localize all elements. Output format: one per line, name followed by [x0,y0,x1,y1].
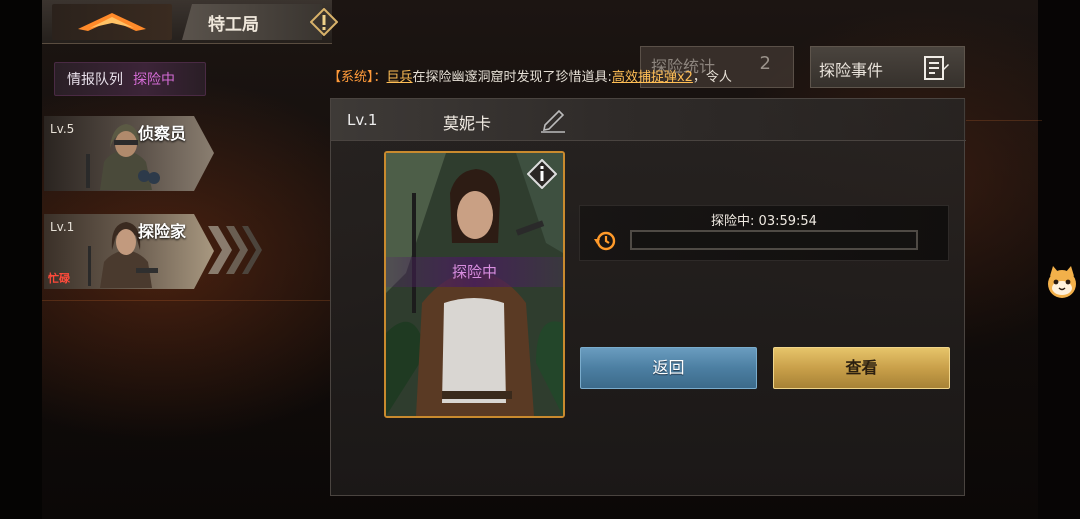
warning-icon[interactable] [310,8,338,36]
agent-role: 探险家 [138,222,187,241]
character-card[interactable]: 探险中 [384,151,565,418]
events-button[interactable]: 探险事件 [810,46,965,88]
agent-card-explorer[interactable]: Lv.1 探险家 忙碌 [44,214,214,289]
agent-detail-panel: Lv.1 莫妮卡 探险中 探险中: 03:59:54 返回 查看 [330,98,966,496]
events-label: 探险事件 [819,61,884,80]
team-status: 探险中 [133,72,175,88]
history-clock-icon [594,231,616,251]
agent-detail-name: 莫妮卡 [443,114,492,133]
system-tag: 【系统】 [328,70,374,85]
player-link[interactable]: 巨兵 [387,70,413,85]
agent-role: 侦察员 [138,124,187,143]
busy-badge: 忙碌 [48,272,70,285]
bg-divider [966,120,1042,121]
system-text: 在探险幽邃洞窟时发现了珍惜道具: [412,70,612,85]
system-sep: ： [373,70,387,85]
title-plate: 特工局 [182,4,322,40]
agent-card-scout[interactable]: Lv.5 侦察员 [44,116,214,191]
page-title: 特工局 [208,15,259,35]
exploration-progress: 探险中: 03:59:54 [579,205,949,261]
agent-detail-level: Lv.1 [347,111,378,129]
cat-assistant-icon[interactable] [1044,264,1080,300]
team-name: 情报队列 [67,72,123,88]
bg-divider [42,300,332,301]
back-button[interactable] [52,4,172,40]
item-link[interactable]: 高效捕捉弹x2 [612,70,693,85]
back-arrow-icon [78,13,146,31]
right-letterbox [1038,0,1080,519]
system-message-ticker: 【系统】：巨兵在探险幽邃洞窟时发现了珍惜道具:高效捕捉弹x2，令人 [328,66,798,86]
left-letterbox [0,0,42,519]
return-button[interactable]: 返回 [580,347,757,389]
top-header: 特工局 [42,0,338,44]
exploration-timer: 探险中: 03:59:54 [711,214,817,229]
progress-bar [630,230,918,250]
panel-header: Lv.1 莫妮卡 [331,99,966,141]
exploring-status-band: 探险中 [386,257,563,287]
view-button[interactable]: 查看 [773,347,950,389]
system-tail: ，令人 [692,70,732,85]
selection-chevrons-icon [208,226,262,274]
agent-level: Lv.1 [50,220,75,234]
notepad-icon [924,56,949,80]
info-icon [527,159,557,189]
team-status-label[interactable]: 情报队列 探险中 [54,62,206,96]
edit-icon[interactable] [539,107,567,133]
agent-level: Lv.5 [50,122,75,136]
